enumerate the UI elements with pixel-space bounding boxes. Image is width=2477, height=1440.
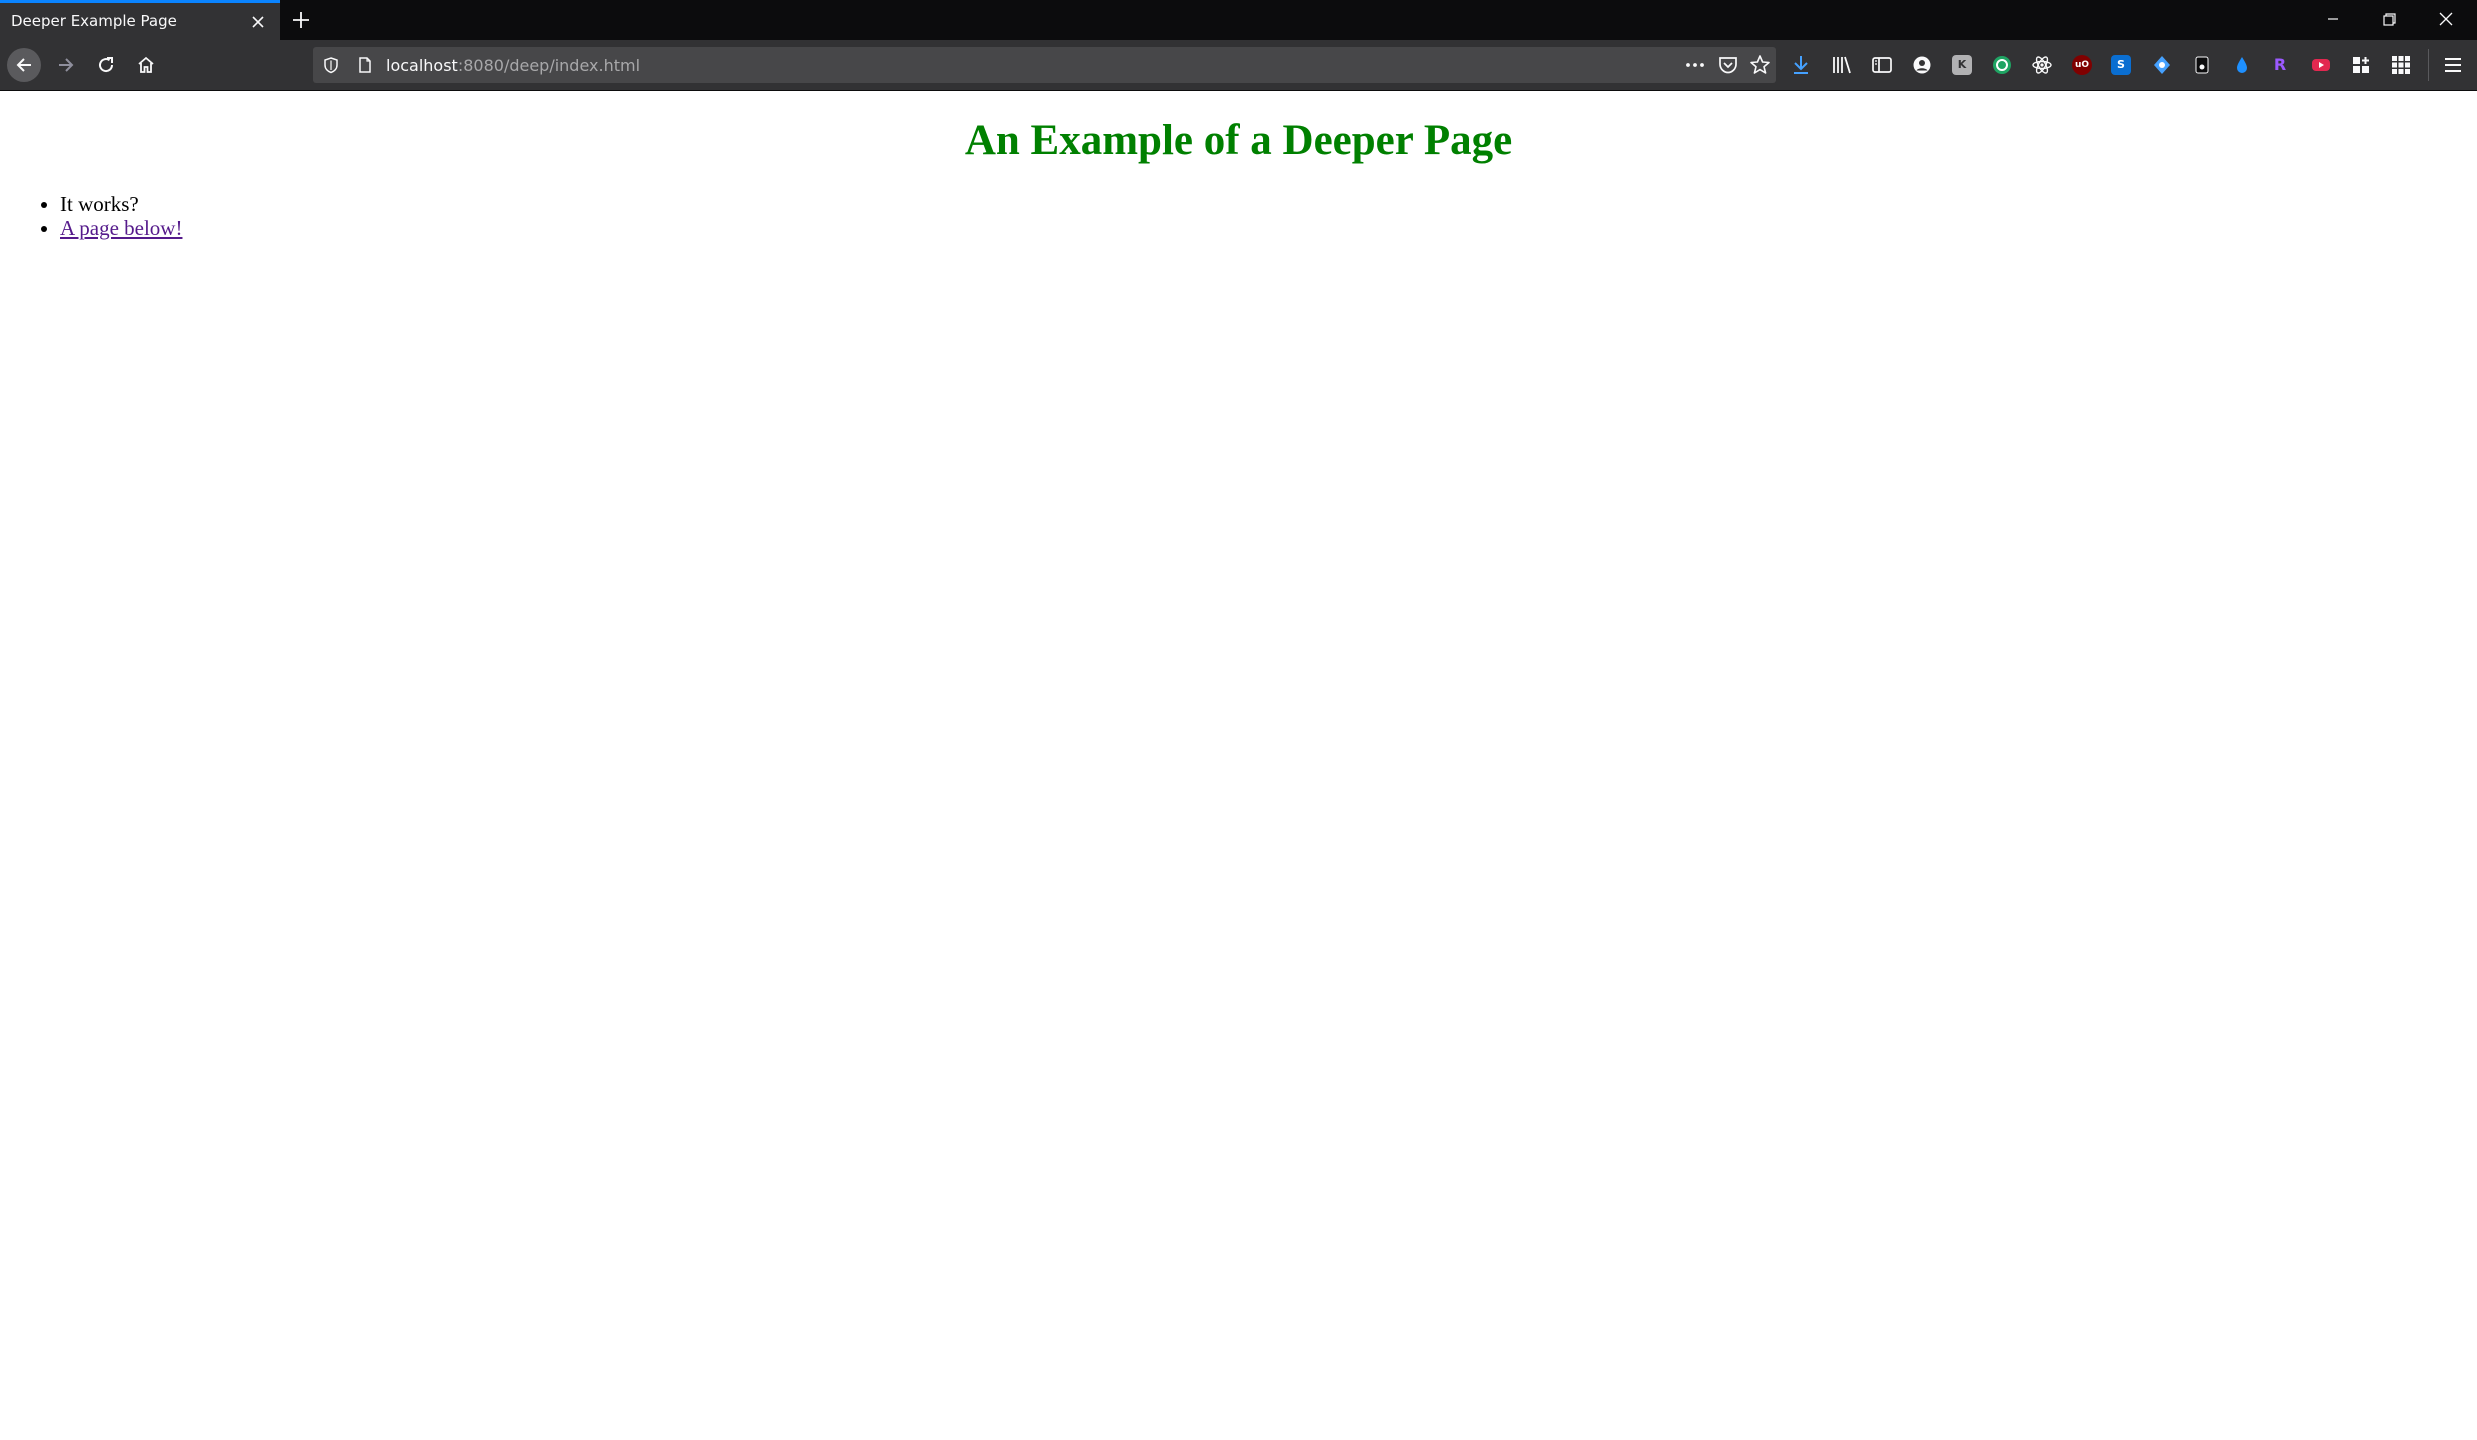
page-content: An Example of a Deeper Page It works? A … <box>0 92 2477 1440</box>
tab-title: Deeper Example Page <box>11 12 177 30</box>
sidebar-icon[interactable] <box>1870 53 1894 77</box>
tracking-protection-shield-icon[interactable] <box>321 55 341 79</box>
page-actions-ellipsis-icon[interactable] <box>1683 53 1707 77</box>
tab-close-icon[interactable] <box>248 12 268 32</box>
url-path: :8080/deep/index.html <box>457 56 641 75</box>
apps-grid-icon[interactable] <box>2389 53 2413 77</box>
reload-button[interactable] <box>89 48 123 82</box>
tab-active[interactable]: Deeper Example Page <box>0 0 280 40</box>
download-icon[interactable] <box>1789 53 1813 77</box>
pocket-icon[interactable] <box>1716 53 1740 81</box>
list-item: A page below! <box>60 216 182 240</box>
extension-r-icon[interactable]: R <box>2270 55 2290 75</box>
menu-icon[interactable] <box>2441 53 2465 77</box>
library-icon[interactable] <box>1830 53 1854 77</box>
reload-icon <box>99 57 114 73</box>
extension-green-icon[interactable] <box>1990 53 2014 77</box>
window-close-icon[interactable] <box>2431 6 2461 32</box>
account-icon[interactable] <box>1910 53 1934 77</box>
page-info-icon[interactable] <box>355 55 375 79</box>
forward-button[interactable] <box>49 48 83 82</box>
page-heading: An Example of a Deeper Page <box>964 117 1513 164</box>
back-arrow-icon <box>16 58 31 72</box>
url-text[interactable]: localhost:8080/deep/index.html <box>386 56 640 75</box>
home-icon <box>138 56 154 73</box>
extension-dark-icon[interactable] <box>2190 53 2214 77</box>
forward-arrow-icon <box>59 58 74 72</box>
window-minimize-icon[interactable] <box>2318 6 2348 32</box>
bookmark-star-icon[interactable] <box>1748 53 1772 81</box>
back-button[interactable] <box>7 48 41 82</box>
extension-blue-icon[interactable] <box>2150 53 2174 77</box>
url-host: localhost <box>386 56 458 75</box>
extension-drop-icon[interactable] <box>2230 53 2254 77</box>
toolbar-divider <box>2428 49 2429 81</box>
home-button[interactable] <box>129 48 163 82</box>
list-item: It works? <box>60 192 182 216</box>
page-below-link[interactable]: A page below! <box>60 216 182 240</box>
extension-gear-icon[interactable] <box>2030 53 2054 77</box>
navigation-toolbar: localhost:8080/deep/index.html K uO S R <box>0 40 2477 91</box>
extension-k-icon[interactable]: K <box>1952 55 1972 75</box>
extension-s-icon[interactable]: S <box>2111 55 2131 75</box>
tab-strip: Deeper Example Page <box>0 0 2477 40</box>
window-restore-icon[interactable] <box>2374 6 2404 32</box>
new-tab-icon[interactable] <box>289 8 313 32</box>
bullet-list: It works? A page below! <box>60 192 182 240</box>
extension-grid-plus-icon[interactable] <box>2349 53 2373 77</box>
ublock-icon[interactable]: uO <box>2072 55 2092 75</box>
url-bar[interactable]: localhost:8080/deep/index.html <box>313 47 1776 83</box>
extension-red-icon[interactable] <box>2309 53 2333 77</box>
list-item-text: It works? <box>60 192 139 216</box>
